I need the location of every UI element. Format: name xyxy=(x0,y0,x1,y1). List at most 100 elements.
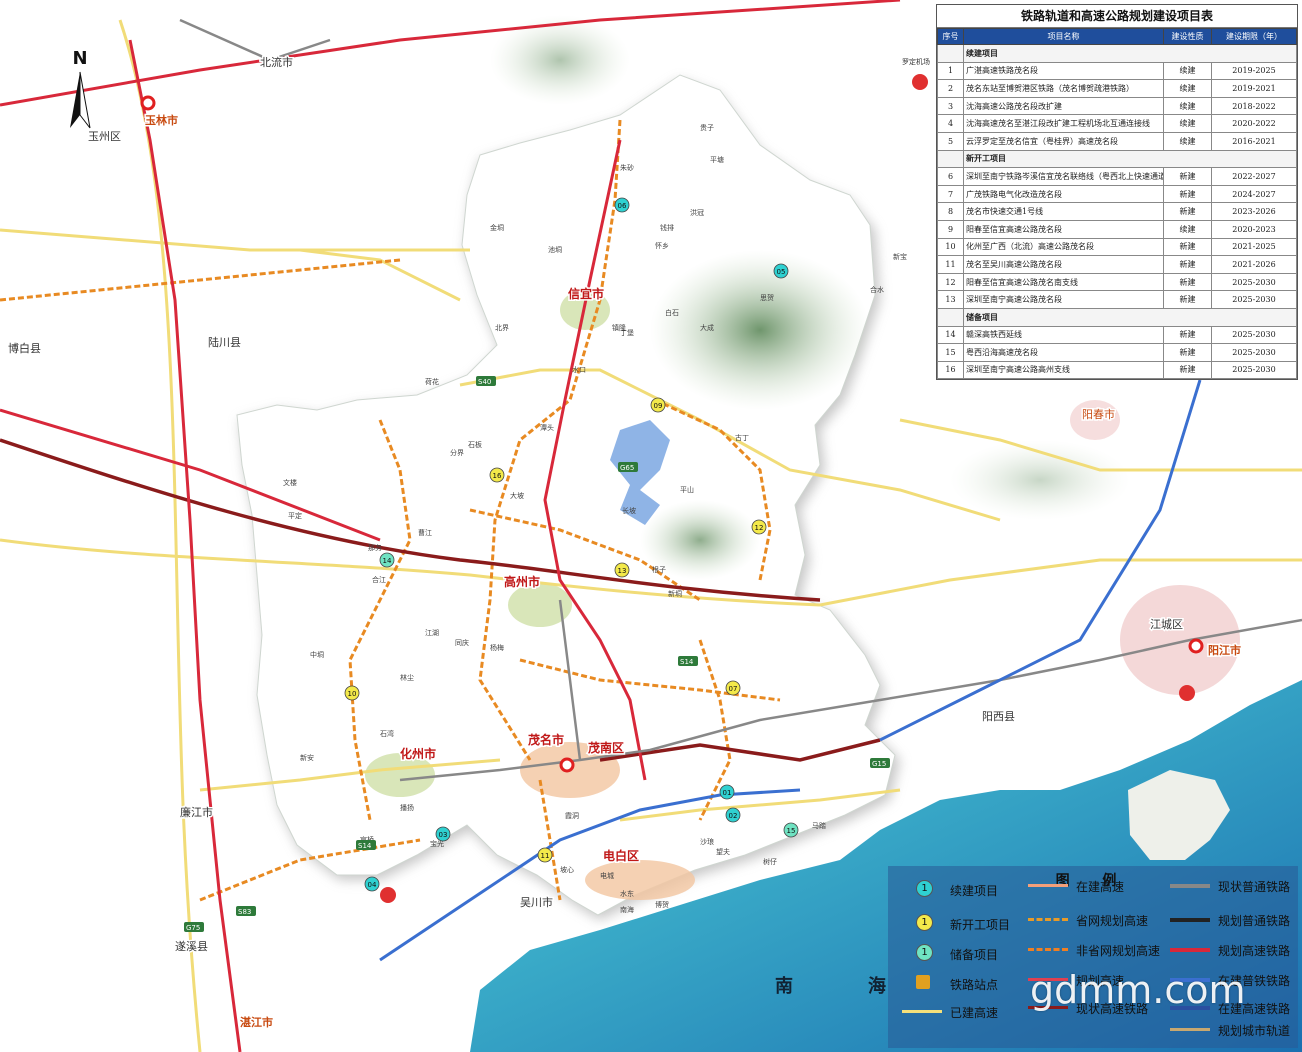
route-code-label: S40 xyxy=(478,378,491,386)
cell-name: 沈海高速公路茂名段改扩建 xyxy=(963,96,1164,116)
cell-period: 2021-2025 xyxy=(1211,237,1297,257)
town-label: 石湾 xyxy=(380,729,394,738)
town-label: 新宝 xyxy=(893,252,907,261)
cell-name: 赣深高铁西延线 xyxy=(963,325,1164,345)
cell-name: 粤西沿海高速茂名段 xyxy=(963,343,1164,362)
cell-no: 14 xyxy=(937,325,964,345)
cell-no: 8 xyxy=(937,202,964,221)
cell-period: 2023-2026 xyxy=(1211,202,1297,221)
town-label: 南海 xyxy=(620,905,634,914)
route-badge: 11 xyxy=(537,847,553,863)
town-label: 杨梅 xyxy=(490,643,504,652)
legend-label: 续建项目 xyxy=(950,884,999,898)
cell-period: 2025-2030 xyxy=(1211,360,1297,380)
town-label: 平塘 xyxy=(710,155,724,164)
cell-no: 2 xyxy=(937,79,964,98)
table-row: 10 化州至广西（北流）高速公路茂名段 新建 2021-2025 xyxy=(937,237,1297,257)
cell-type: 新建 xyxy=(1163,343,1212,362)
cell-name: 沈海高速茂名至湛江段改扩建工程机场北互通连接线 xyxy=(963,114,1164,133)
town-label: 分界 xyxy=(450,448,464,457)
route-badge-number: 15 xyxy=(787,827,796,835)
legend-line-icon xyxy=(1170,948,1210,952)
cell-name: 阳春至信宜高速公路茂名段 xyxy=(963,219,1164,239)
cell-name: 深圳至南宁铁路岑溪信宜茂名联络线（粤西北上快速通道） xyxy=(963,167,1164,186)
cell-type: 新建 xyxy=(1163,237,1212,257)
table-row: 14 赣深高铁西延线 新建 2025-2030 xyxy=(937,325,1297,345)
legend-badge-icon: 1 xyxy=(916,914,933,931)
route-badge-number: 11 xyxy=(541,852,550,860)
route-code-label: S14 xyxy=(680,658,694,666)
header-period: 建设期限（年） xyxy=(1211,28,1297,45)
route-badge: 06 xyxy=(614,197,630,213)
town-label: 坡心 xyxy=(560,865,574,874)
cell-period: 2025-2030 xyxy=(1211,290,1297,309)
cell-name: 广湛高速铁路茂名段 xyxy=(963,61,1164,81)
town-label: 新垌 xyxy=(668,589,682,598)
table-row: 5 云浮罗定至茂名信宜（粤桂界）高速茂名段 续建 2016-2021 xyxy=(937,131,1297,151)
legend-line-icon xyxy=(902,1010,942,1013)
town-label: 石板 xyxy=(468,440,482,449)
table-row: 16 深圳至南宁高速公路高州支线 新建 2025-2030 xyxy=(937,360,1297,380)
header-type: 建设性质 xyxy=(1163,28,1212,45)
cell-no: 12 xyxy=(937,272,964,292)
table-row: 3 沈海高速公路茂名段改扩建 续建 2018-2022 xyxy=(937,96,1297,116)
cell-period: 2020-2023 xyxy=(1211,219,1297,239)
town-label: 合水 xyxy=(870,285,884,294)
city-label: 江城区 xyxy=(1150,618,1183,631)
table-body: 续建项目 1 广湛高速铁路茂名段 续建 2019-2025 2 茂名东站至博贺港区铁路（茂名… xyxy=(937,44,1297,380)
cell-period: 2024-2027 xyxy=(1211,184,1297,204)
town-label: 水口 xyxy=(572,365,586,374)
cell-type: 新建 xyxy=(1163,167,1212,186)
route-badge: 09 xyxy=(650,397,666,413)
town-label: 洪冠 xyxy=(690,208,704,217)
cell-name: 茂名至吴川高速公路茂名段 xyxy=(963,255,1164,274)
route-badge-number: 10 xyxy=(348,690,357,698)
town-label: 金垌 xyxy=(490,223,504,232)
legend-badge-icon: 1 xyxy=(916,944,933,961)
cell-name: 广茂铁路电气化改造茂名段 xyxy=(963,184,1164,204)
route-badge-number: 12 xyxy=(755,524,764,532)
cell-no: 10 xyxy=(937,237,964,257)
cell-period: 2018-2022 xyxy=(1211,96,1297,116)
cell-no: 13 xyxy=(937,290,964,309)
cell-no: 4 xyxy=(937,114,964,133)
town-label: 林尘 xyxy=(400,673,414,682)
route-badge: 14 xyxy=(379,552,395,568)
cell-period: 2025-2030 xyxy=(1211,343,1297,362)
town-label: 望夫 xyxy=(716,847,730,856)
route-badge-number: 05 xyxy=(777,268,786,276)
cell-period: 2022-2027 xyxy=(1211,167,1297,186)
city-label: 电白区 xyxy=(603,848,639,863)
table-row: 2 茂名东站至博贺港区铁路（茂名博贺疏港铁路） 续建 2019-2021 xyxy=(937,79,1297,98)
city-label: 阳江市 xyxy=(1208,643,1241,657)
cell-period: 2019-2025 xyxy=(1211,61,1297,81)
town-label: 大坡 xyxy=(510,491,524,500)
city-label: 玉林市 xyxy=(145,113,178,127)
city-label: 北流市 xyxy=(260,55,293,69)
table-row: 7 广茂铁路电气化改造茂名段 新建 2024-2027 xyxy=(937,184,1297,204)
route-code-label: S14 xyxy=(358,842,372,850)
table-row: 4 沈海高速茂名至湛江段改扩建工程机场北互通连接线 续建 2020-2022 xyxy=(937,114,1297,133)
town-label: 平定 xyxy=(288,511,302,520)
legend-label: 储备项目 xyxy=(950,948,999,962)
route-badge-number: 06 xyxy=(618,202,627,210)
table-row: 1 广湛高速铁路茂名段 续建 2019-2025 xyxy=(937,61,1297,81)
table-row: 13 深圳至南宁高速公路茂名段 新建 2025-2030 xyxy=(937,290,1297,309)
route-badge: 15 xyxy=(783,822,799,838)
north-arrow: N xyxy=(70,48,91,129)
yunkai-mountains xyxy=(650,250,870,410)
city-label: 廉江市 xyxy=(180,805,213,819)
city-label: 信宜市 xyxy=(568,286,604,301)
route-badge-number: 02 xyxy=(729,812,738,820)
legend-label: 铁路站点 xyxy=(950,978,999,992)
cell-type: 续建 xyxy=(1163,96,1212,116)
table-row: 15 粤西沿海高速茂名段 新建 2025-2030 xyxy=(937,343,1297,362)
town-label: 水东 xyxy=(620,889,634,898)
legend-label: 省网规划高速 xyxy=(1076,914,1149,928)
route-badge: 01 xyxy=(719,784,735,800)
table-title: 铁路轨道和高速公路规划建设项目表 xyxy=(937,5,1297,28)
cell-period: 2025-2030 xyxy=(1211,272,1297,292)
table-header-row: 序号 项目名称 建设性质 建设期限（年） xyxy=(937,28,1297,45)
legend-badge-icon: 1 xyxy=(916,880,933,897)
route-badge: 12 xyxy=(751,519,767,535)
